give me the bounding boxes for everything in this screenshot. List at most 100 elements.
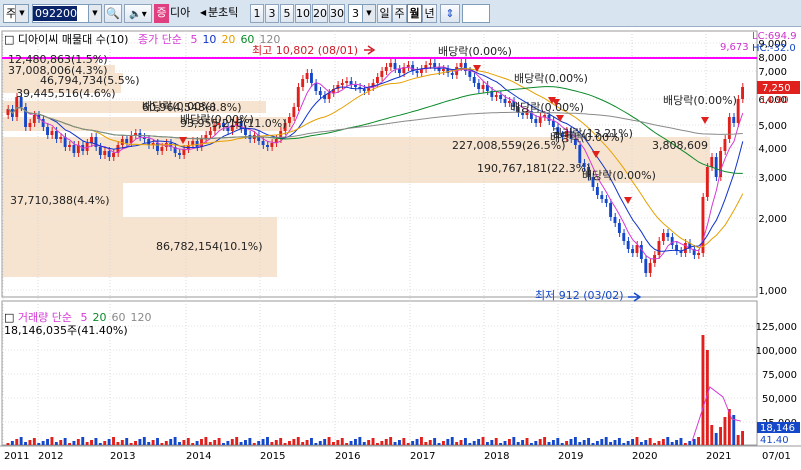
candle-body [15, 97, 19, 117]
volume-bar [653, 443, 657, 445]
volume-bar [94, 438, 98, 445]
volume-bar [354, 439, 357, 445]
period-button-월[interactable]: 월 [407, 4, 422, 23]
volume-bar [525, 438, 529, 445]
x-axis-label: 2014 [186, 451, 211, 462]
minute-button-1[interactable]: 1 [250, 4, 264, 23]
candle-body [604, 199, 608, 203]
candle-body [270, 143, 274, 147]
volume-bar [736, 435, 740, 445]
volume-bar [529, 443, 533, 445]
price-ma-legend-item: 120 [259, 33, 281, 46]
price-ma-legend-item: 5 [190, 33, 198, 46]
dividend-label: 권리락(13.21%) [552, 127, 633, 140]
hc-label: HC:-32.0 [752, 43, 796, 54]
period-button-년[interactable]: 년 [422, 4, 437, 23]
period-prev-icon[interactable]: ◀ [200, 4, 208, 23]
period-button-일[interactable]: 일 [377, 4, 392, 23]
current-volume-label: 18,146,035주(41.40%) [4, 324, 128, 337]
volume-bar [10, 441, 14, 445]
candle-body [538, 117, 542, 123]
candle-body [631, 249, 635, 253]
price-y-tick: 2,000 [758, 214, 787, 225]
volume-bar [609, 442, 613, 445]
candle-body [134, 133, 137, 135]
volume-bar [204, 437, 208, 445]
volume-bar [565, 441, 569, 445]
period-type-label[interactable]: 분초틱 [208, 4, 248, 23]
minute-button-30[interactable]: 30 [329, 4, 345, 23]
dividend-label: 배당락(0.00%) [142, 100, 216, 113]
dividend-label: 배당락(0.00%) [663, 94, 737, 107]
volume-bar [288, 441, 291, 445]
volume-bar [446, 439, 450, 445]
minute-button-10[interactable]: 10 [295, 4, 311, 23]
candle-body [613, 217, 617, 223]
volume-bar [485, 442, 489, 445]
candle-body [683, 243, 687, 253]
candle-body [450, 73, 454, 75]
candle-body [90, 137, 93, 143]
volume-bar [507, 439, 511, 445]
price-ma-title: 종가 단순 [137, 33, 182, 46]
candle-body [288, 117, 291, 123]
x-axis-label: 2018 [484, 451, 509, 462]
volume-bar [327, 437, 331, 445]
price-ma-legend-item: 20 [221, 33, 236, 46]
sort-toggle-button[interactable]: ⇕ [440, 4, 460, 23]
candle-body [459, 63, 463, 67]
period-button-주[interactable]: 주 [392, 4, 407, 23]
volume-bar [578, 442, 582, 445]
candle-body [600, 195, 604, 199]
chart-area[interactable]: 9,000 8,000 7,000 6,000 5,000 4,000 3,000 2,000… [0, 27, 801, 467]
period-value-select[interactable]: 3 ▼ [348, 4, 376, 23]
search-button[interactable]: 🔍 [104, 4, 122, 23]
x-axis-label: 2020 [632, 451, 657, 462]
candle-body [666, 233, 670, 237]
volume-bar [68, 443, 71, 445]
volume-bar [367, 440, 371, 445]
candle-body [622, 233, 626, 241]
search-icon: 🔍 [106, 7, 120, 20]
volume-bar [252, 443, 256, 445]
candle-body [72, 145, 76, 153]
volume-bar [358, 437, 362, 445]
volume-bar [675, 440, 679, 445]
code-input[interactable]: 092200 ▼ [32, 4, 102, 23]
volume-bar [635, 437, 639, 445]
candle-body [397, 69, 401, 73]
minute-button-3[interactable]: 3 [265, 4, 279, 23]
current-price-label: 7,250 [762, 83, 791, 94]
candle-body [310, 73, 313, 83]
volume-bar [32, 438, 36, 445]
candle-body [380, 71, 384, 77]
current-volume-pct: 41.40 [760, 435, 789, 446]
current-volume-value: 18,146 [760, 423, 795, 434]
volume-bar [261, 439, 265, 445]
market-select[interactable]: 주 ▼ [3, 4, 29, 23]
volume-bar [186, 438, 190, 445]
candle-body [389, 63, 393, 67]
volume-bar [41, 441, 45, 445]
candle-body [617, 223, 621, 233]
volume-bar [182, 440, 186, 445]
volume-y-tick: 125,000 [756, 322, 797, 333]
minute-button-5[interactable]: 5 [280, 4, 294, 23]
stock-name: 디아 [170, 6, 191, 19]
speaker-button[interactable]: 🔈▾ [124, 4, 152, 23]
extra-input[interactable] [462, 4, 490, 23]
volume-bar [85, 442, 89, 445]
candle-body [697, 253, 701, 255]
volume-bar [389, 437, 393, 445]
minute-button-20[interactable]: 20 [312, 4, 328, 23]
candle-body [503, 99, 507, 103]
volume-bar [239, 442, 243, 445]
volume-bar [200, 439, 203, 445]
low-price-label: 최저 912 (03/02) [535, 289, 624, 302]
volume-bar [169, 439, 173, 445]
volume-bar [459, 440, 463, 445]
volume-bar [371, 438, 375, 445]
volume-bar [499, 443, 503, 445]
volume-bar [376, 443, 379, 445]
volume-bar [129, 443, 133, 445]
